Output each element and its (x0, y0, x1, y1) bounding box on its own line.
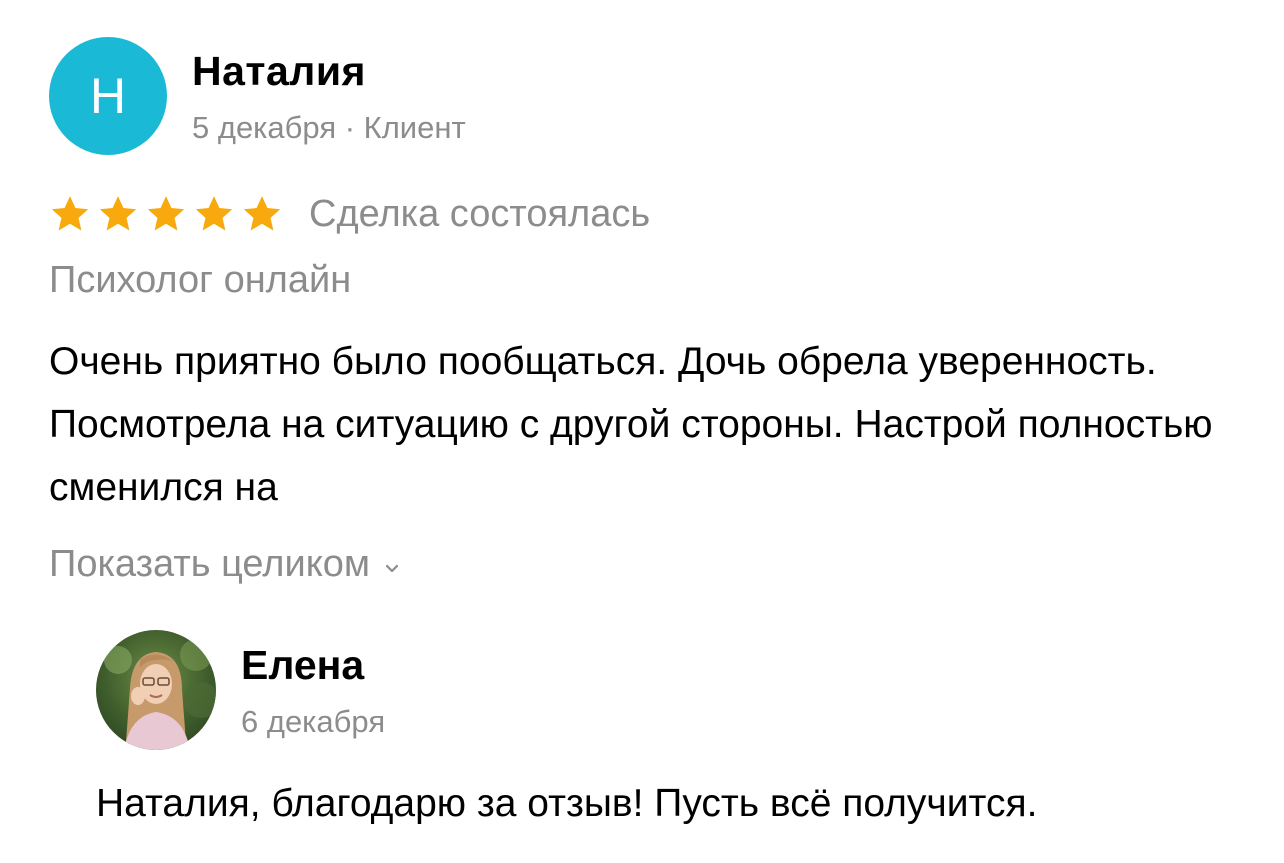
avatar-photo (96, 630, 216, 750)
chevron-down-icon (385, 564, 399, 572)
star-icon (99, 196, 137, 231)
star-icon (51, 196, 89, 231)
avatar[interactable]: Н (49, 37, 167, 155)
show-more-button[interactable]: Показать целиком (49, 543, 400, 586)
review-meta: 5 декабря · Клиент (192, 110, 466, 145)
star-icon (147, 196, 185, 231)
rating-row: Сделка состоялась (49, 190, 650, 238)
deal-status: Сделка состоялась (309, 192, 651, 235)
star-icon (243, 196, 281, 231)
reply-date: 6 декабря (241, 704, 386, 739)
reply-avatar[interactable] (96, 630, 216, 750)
service-name: Психолог онлайн (49, 259, 352, 301)
review-author-name[interactable]: Наталия (192, 48, 366, 95)
avatar-letter: Н (89, 68, 127, 124)
show-more-label: Показать целиком (49, 543, 371, 585)
review-text: Очень приятно было пообщаться. Дочь обре… (49, 340, 1213, 509)
star-rating (49, 193, 283, 235)
reply-author-name[interactable]: Елена (241, 642, 364, 689)
star-icon (195, 196, 233, 231)
reply-text: Наталия, благодарю за отзыв! Пусть всё п… (96, 782, 1038, 825)
